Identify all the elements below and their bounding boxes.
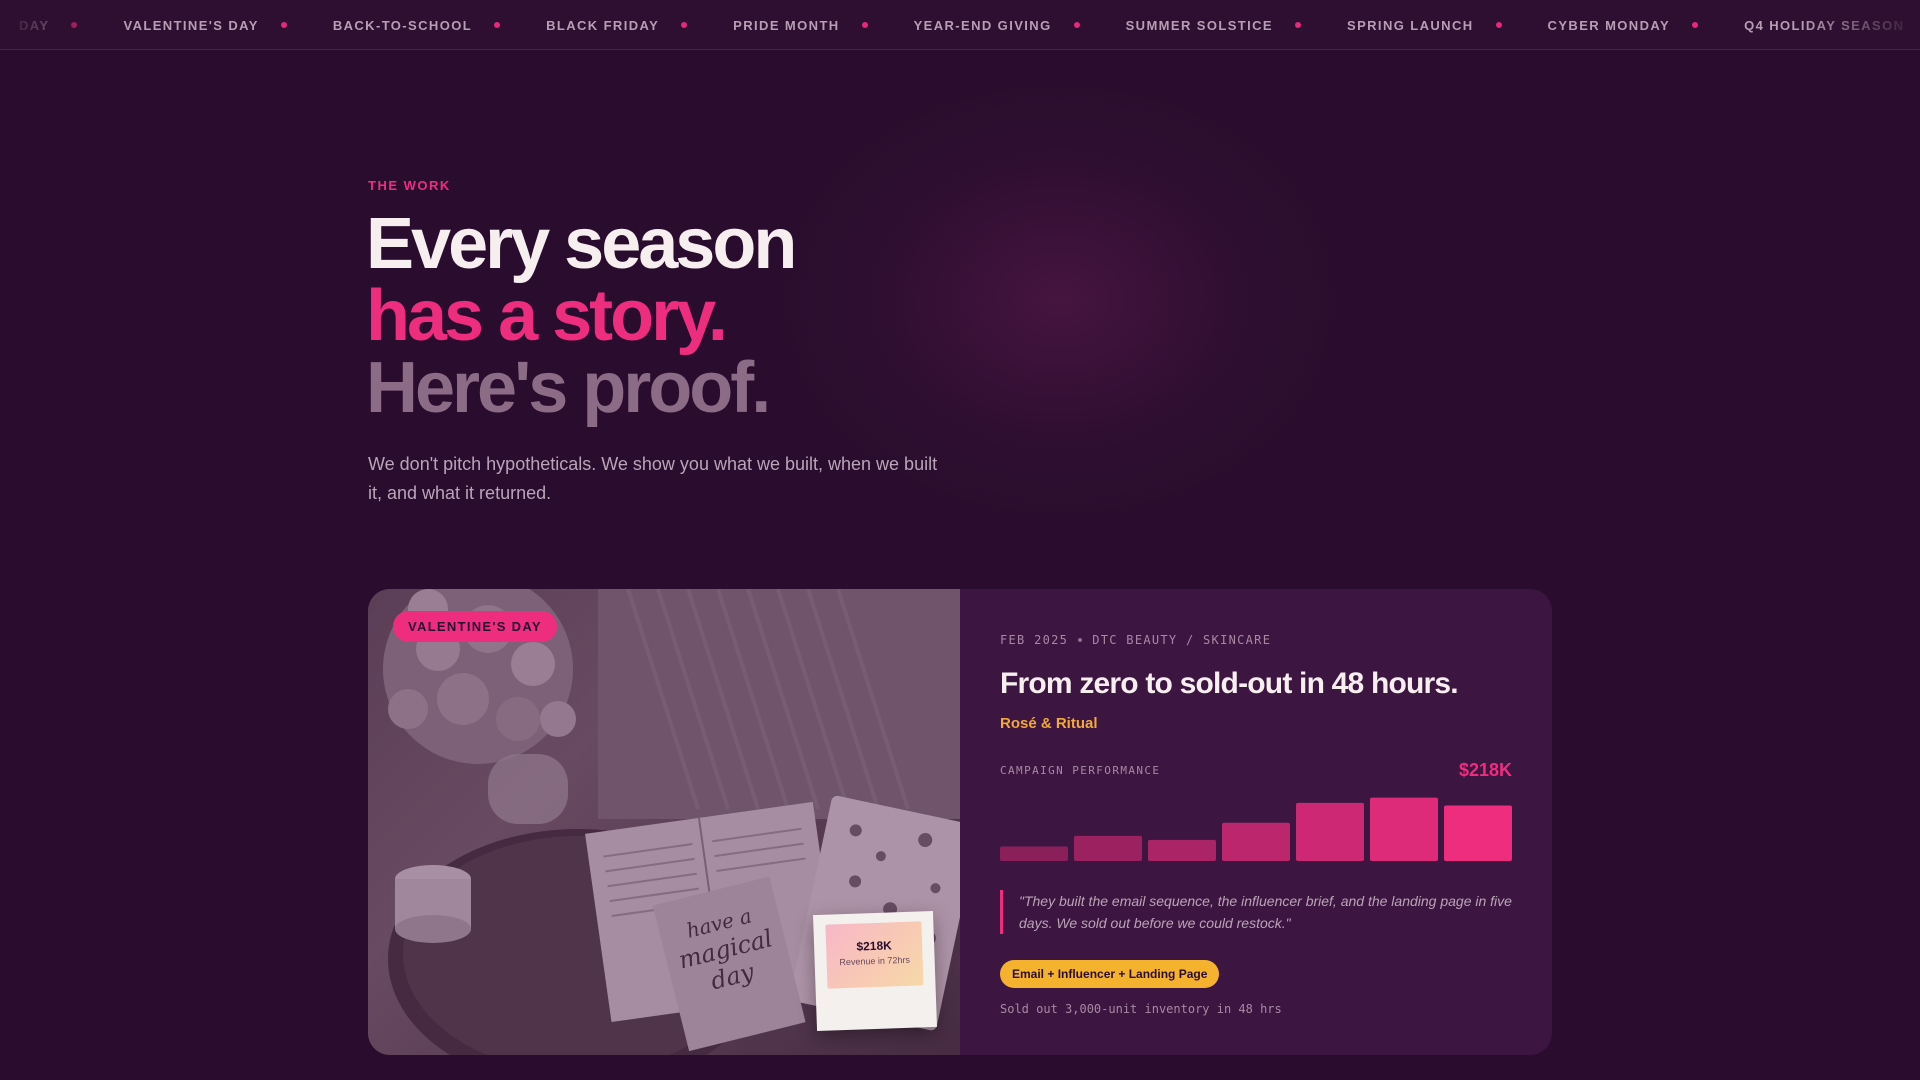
campaign-marquee: DAY VALENTINE'S DAY BACK-TO-SCHOOL BLACK FR… [0, 0, 1920, 50]
performance-bar [1000, 846, 1068, 861]
performance-bar [1370, 797, 1438, 861]
performance-label: CAMPAIGN PERFORMANCE [1000, 764, 1161, 777]
case-study-body: FEB 2025 DTC BEAUTY / SKINCARE From zero… [960, 589, 1552, 1055]
marquee-dot-icon [71, 22, 78, 28]
revenue-polaroid: $218K Revenue in 72hrs [813, 910, 937, 1032]
performance-bar-chart [1000, 797, 1512, 861]
marquee-dot-icon [1295, 22, 1301, 28]
marquee-item: BACK-TO-SCHOOL [333, 18, 546, 33]
case-category: DTC BEAUTY / SKINCARE [1092, 633, 1272, 647]
polaroid-label: Revenue in 72hrs [839, 954, 911, 968]
case-study-card[interactable]: have a magical day VALENTINE'S DAY $218K… [368, 589, 1552, 1055]
case-title: From zero to sold-out in 48 hours. [1000, 667, 1459, 700]
performance-header: CAMPAIGN PERFORMANCE $218K [1000, 760, 1512, 781]
performance-bar [1074, 835, 1142, 861]
headline-line-1: Every season [366, 204, 797, 284]
marquee-item: DAY [19, 18, 123, 33]
case-study-image: have a magical day VALENTINE'S DAY $218K… [368, 589, 960, 1055]
marquee-item: CYBER MONDAY [1548, 18, 1745, 33]
deliverables-pill: Email + Influencer + Landing Page [1000, 960, 1220, 988]
marquee-item-label: CYBER MONDAY [1547, 17, 1671, 33]
marquee-item-label: YEAR-END GIVING [913, 17, 1052, 33]
hero-lead: We don't pitch hypotheticals. We show yo… [368, 454, 938, 503]
marquee-item-label: SUMMER SOLSTICE [1125, 17, 1273, 33]
marquee-dot-icon [1692, 22, 1699, 28]
marquee-track: DAY VALENTINE'S DAY BACK-TO-SCHOOL BLACK FR… [19, 0, 1920, 49]
marquee-item-label: VALENTINE'S DAY [123, 17, 259, 33]
marquee-dot-icon [1073, 22, 1080, 28]
marquee-item-label: Q4 HOLIDAY SEASON [1744, 17, 1905, 33]
headline-line-3: Here's proof. [366, 348, 771, 428]
marquee-dot-icon [280, 22, 287, 28]
marquee-dot-icon [861, 22, 868, 28]
case-date: FEB 2025 [1000, 633, 1069, 647]
performance-bar [1148, 839, 1216, 861]
marquee-item-label: SPRING LAUNCH [1347, 17, 1474, 33]
polaroid-value: $218K [856, 938, 893, 954]
marquee-item: SPRING LAUNCH [1347, 18, 1548, 33]
marquee-item: PRIDE MONTH [733, 18, 913, 33]
client-quote: "They built the email sequence, the infl… [1000, 890, 1512, 934]
result-summary: Sold out 3,000-unit inventory in 48 hrs [1000, 1002, 1282, 1016]
marquee-item-label: PRIDE MONTH [733, 17, 840, 33]
marquee-dot-icon [1495, 22, 1502, 28]
marquee-item-label: DAY [19, 17, 50, 33]
marquee-item: BLACK FRIDAY [546, 18, 733, 33]
marquee-item: YEAR-END GIVING [914, 18, 1126, 33]
performance-bar [1296, 802, 1364, 861]
meta-separator-dot [1078, 638, 1083, 642]
case-meta: FEB 2025 DTC BEAUTY / SKINCARE [1000, 633, 1512, 647]
marquee-item-label: BLACK FRIDAY [546, 17, 660, 33]
section-eyebrow: THE WORK [368, 178, 451, 193]
headline-line-2: has a story. [366, 276, 728, 356]
marquee-dot-icon [681, 22, 688, 28]
performance-value: $218K [1458, 760, 1512, 780]
client-name: Rosé & Ritual [1000, 715, 1098, 732]
marquee-item: SUMMER SOLSTICE [1126, 18, 1347, 33]
campaign-tag: VALENTINE'S DAY [393, 611, 557, 642]
performance-bar [1222, 822, 1290, 861]
marquee-item: Q4 HOLIDAY SEASON [1744, 18, 1920, 33]
marquee-dot-icon [494, 22, 501, 28]
performance-bar [1444, 805, 1512, 861]
marquee-item-label: BACK-TO-SCHOOL [332, 17, 473, 33]
marquee-item: VALENTINE'S DAY [123, 18, 332, 33]
hero-headline: Every season has a story. Here's proof. [366, 204, 797, 428]
